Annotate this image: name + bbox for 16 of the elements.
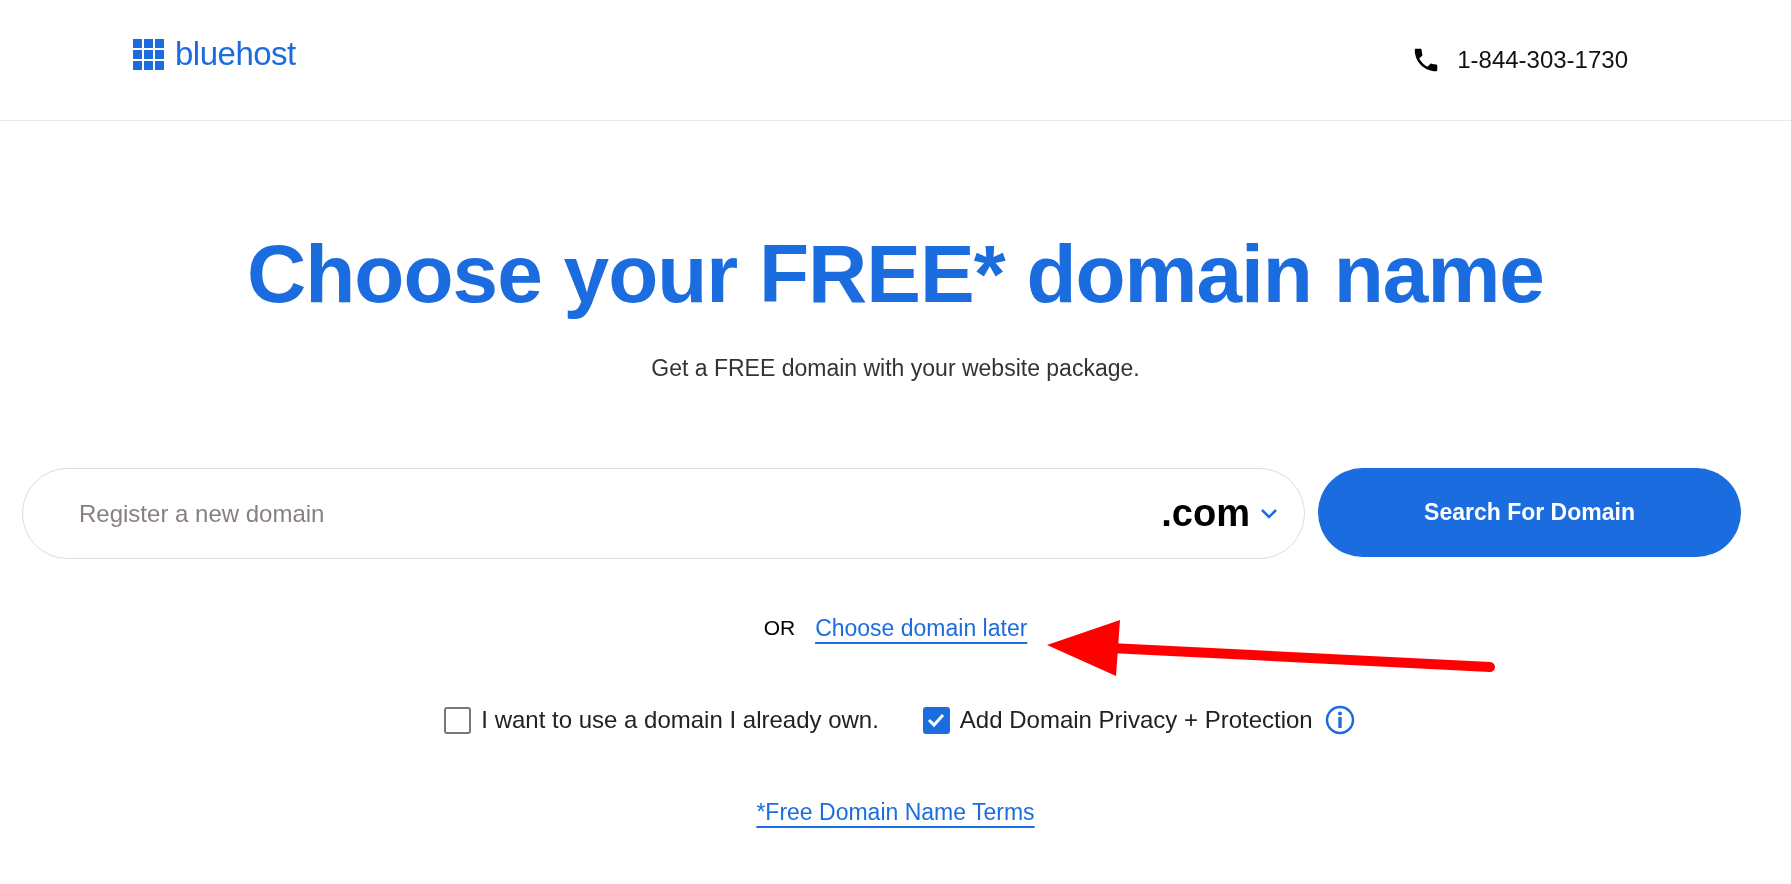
checkbox[interactable] (922, 706, 950, 734)
checkbox-label: I want to use a domain I already own. (481, 706, 879, 734)
tld-selector[interactable]: .com (1161, 492, 1250, 535)
terms-link[interactable]: *Free Domain Name Terms (756, 799, 1035, 826)
choose-later-link[interactable]: Choose domain later (815, 615, 1028, 641)
chevron-down-icon[interactable] (1260, 507, 1278, 520)
or-text: OR (763, 615, 796, 641)
page-heading: Choose your FREE* domain name (247, 227, 1544, 321)
grid-logo-icon (133, 38, 164, 70)
phone-number[interactable]: 1-844-303-1730 (1457, 46, 1628, 74)
logo-text[interactable]: bluehost (175, 35, 296, 73)
checkbox-label: Add Domain Privacy + Protection (959, 706, 1313, 734)
checkbox[interactable] (444, 706, 472, 734)
info-icon[interactable] (1324, 705, 1355, 735)
subtitle: Get a FREE domain with your website package. (651, 354, 1140, 383)
search-domain-button[interactable]: Search For Domain (1318, 468, 1741, 557)
